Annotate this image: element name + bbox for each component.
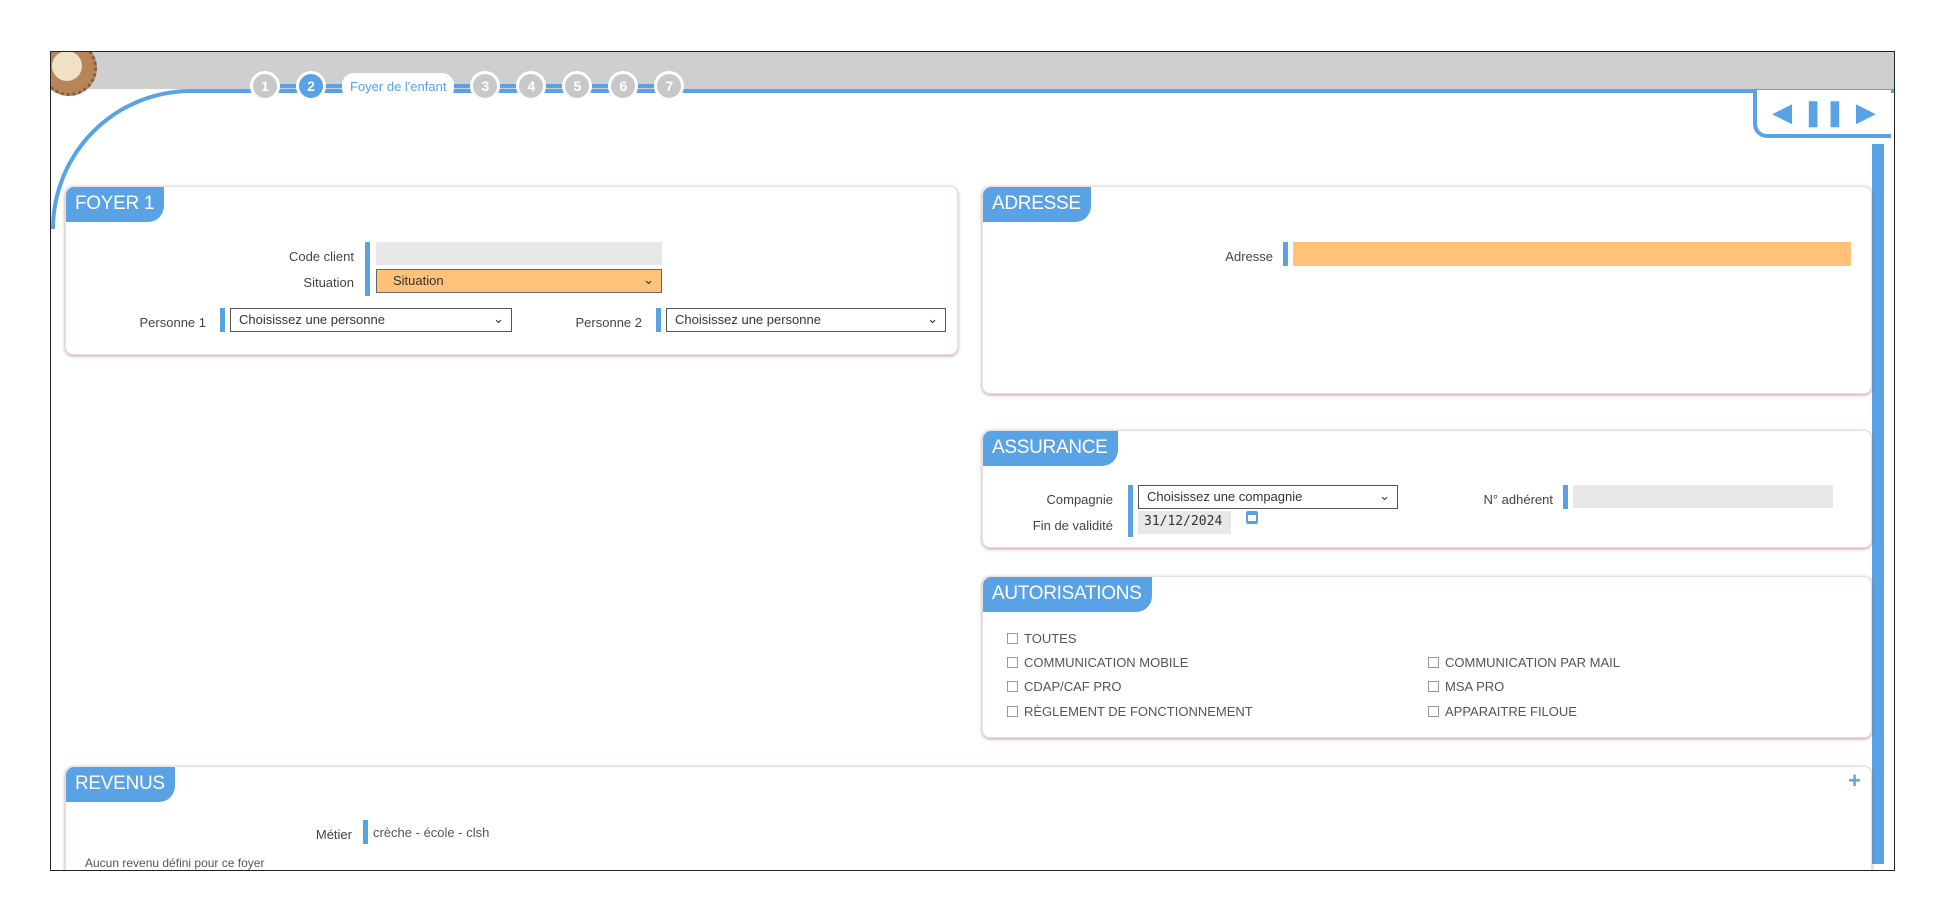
next-icon[interactable]: ▶ — [1856, 99, 1876, 125]
personne2-select[interactable]: Choisissez une personne ⌄ — [666, 308, 946, 332]
autorisations-title: AUTORISATIONS — [983, 577, 1152, 612]
assurance-panel: ASSURANCE Compagnie Choisissez une compa… — [982, 430, 1872, 548]
checkbox[interactable] — [1007, 681, 1018, 692]
code-client-label: Code client — [288, 249, 354, 264]
autorisation-apparaitre-filoue[interactable]: APPARAITRE FILOUE — [1428, 704, 1577, 719]
field-marker — [220, 308, 225, 332]
step-1-button[interactable]: 1 — [250, 71, 280, 101]
situation-label: Situation — [303, 275, 354, 290]
checkbox[interactable] — [1007, 657, 1018, 668]
autorisation-msa-pro[interactable]: MSA PRO — [1428, 679, 1504, 694]
personne1-select[interactable]: Choisissez une personne ⌄ — [230, 308, 512, 332]
field-marker — [1128, 485, 1133, 537]
step-connector — [326, 84, 342, 88]
adresse-title: ADRESSE — [983, 187, 1091, 222]
step-6-button[interactable]: 6 — [608, 71, 639, 101]
current-step-label: Foyer de l'enfant — [342, 72, 455, 100]
fin-validite-label: Fin de validité — [1032, 518, 1113, 533]
autorisation-reglement[interactable]: RÈGLEMENT DE FONCTIONNEMENT — [1007, 704, 1253, 719]
foyer-title: FOYER 1 — [66, 187, 165, 222]
checkbox[interactable] — [1428, 706, 1439, 717]
step-connector — [454, 84, 471, 88]
personne2-value: Choisissez une personne — [675, 312, 821, 327]
adresse-label: Adresse — [1225, 249, 1273, 264]
revenus-empty-text: Aucun revenu défini pour ce foyer — [85, 856, 265, 870]
step-connector — [500, 84, 517, 88]
field-marker — [365, 242, 370, 296]
calendar-icon[interactable] — [1246, 511, 1258, 524]
checkbox-label: RÈGLEMENT DE FONCTIONNEMENT — [1024, 704, 1253, 719]
personne1-value: Choisissez une personne — [239, 312, 385, 327]
field-marker — [1283, 242, 1288, 266]
step-7-button[interactable]: 7 — [654, 71, 685, 101]
code-client-field[interactable] — [376, 242, 662, 265]
chevron-down-icon: ⌄ — [1379, 488, 1390, 503]
situation-value: Situation — [393, 273, 444, 288]
autorisation-cdap-caf[interactable]: CDAP/CAF PRO — [1007, 679, 1122, 694]
autorisation-toutes[interactable]: TOUTES — [1007, 631, 1077, 646]
plus-icon[interactable]: + — [1848, 768, 1861, 794]
personne1-label: Personne 1 — [139, 315, 207, 330]
field-marker — [656, 308, 661, 332]
autorisations-panel: AUTORISATIONS TOUTES COMMUNICATION MOBIL… — [982, 576, 1872, 738]
adherent-field[interactable] — [1573, 485, 1833, 508]
logo-icon — [51, 52, 97, 96]
fin-validite-field[interactable]: 31/12/2024 — [1138, 511, 1231, 534]
checkbox[interactable] — [1007, 633, 1018, 644]
chevron-down-icon: ⌄ — [927, 311, 938, 326]
adresse-panel: ADRESSE Adresse — [982, 186, 1872, 394]
wizard-nav: ◀ ❚❚ ▶ — [1753, 90, 1891, 138]
checkbox-label: APPARAITRE FILOUE — [1445, 704, 1577, 719]
metier-value: crèche - école - clsh — [373, 825, 490, 840]
step-connector — [638, 84, 655, 88]
foyer-panel: FOYER 1 Code client Situation Situation … — [65, 186, 958, 355]
adresse-field[interactable] — [1293, 242, 1851, 266]
revenus-title: REVENUS — [66, 767, 175, 802]
step-5-button[interactable]: 5 — [562, 71, 593, 101]
chevron-down-icon: ⌄ — [643, 272, 654, 287]
field-marker — [363, 820, 368, 844]
step-connector — [280, 84, 296, 88]
revenus-panel: REVENUS + Métier crèche - école - clsh A… — [65, 766, 1872, 870]
situation-select[interactable]: Situation ⌄ — [376, 269, 662, 293]
frame-right-bar — [1872, 144, 1884, 864]
compagnie-select[interactable]: Choisissez une compagnie ⌄ — [1138, 485, 1398, 509]
wizard-steps: 1 2 Foyer de l'enfant 3 4 5 6 7 — [250, 69, 685, 103]
checkbox-label: COMMUNICATION PAR MAIL — [1445, 655, 1621, 670]
autorisation-communication-mail[interactable]: COMMUNICATION PAR MAIL — [1428, 655, 1620, 670]
step-3-button[interactable]: 3 — [470, 71, 501, 101]
prev-icon[interactable]: ◀ — [1772, 99, 1792, 125]
checkbox[interactable] — [1007, 706, 1018, 717]
personne2-label: Personne 2 — [575, 315, 643, 330]
compagnie-value: Choisissez une compagnie — [1147, 489, 1303, 504]
step-connector — [592, 84, 609, 88]
step-4-button[interactable]: 4 — [516, 71, 547, 101]
checkbox[interactable] — [1428, 681, 1439, 692]
compagnie-label: Compagnie — [1046, 492, 1114, 507]
autorisation-communication-mobile[interactable]: COMMUNICATION MOBILE — [1007, 655, 1188, 670]
metier-label: Métier — [315, 827, 352, 842]
step-connector — [546, 84, 563, 88]
assurance-title: ASSURANCE — [983, 431, 1118, 466]
checkbox[interactable] — [1428, 657, 1439, 668]
step-2-button[interactable]: 2 — [296, 71, 326, 101]
checkbox-label: TOUTES — [1024, 631, 1077, 646]
chevron-down-icon: ⌄ — [493, 311, 504, 326]
field-marker — [1563, 485, 1568, 509]
checkbox-label: CDAP/CAF PRO — [1024, 679, 1122, 694]
checkbox-label: COMMUNICATION MOBILE — [1024, 655, 1189, 670]
checkbox-label: MSA PRO — [1445, 679, 1505, 694]
adherent-label: N° adhérent — [1483, 492, 1553, 507]
pause-icon[interactable]: ❚❚ — [1802, 99, 1846, 125]
app-frame: 1 2 Foyer de l'enfant 3 4 5 6 7 ◀ ❚❚ ▶ F… — [50, 51, 1895, 871]
